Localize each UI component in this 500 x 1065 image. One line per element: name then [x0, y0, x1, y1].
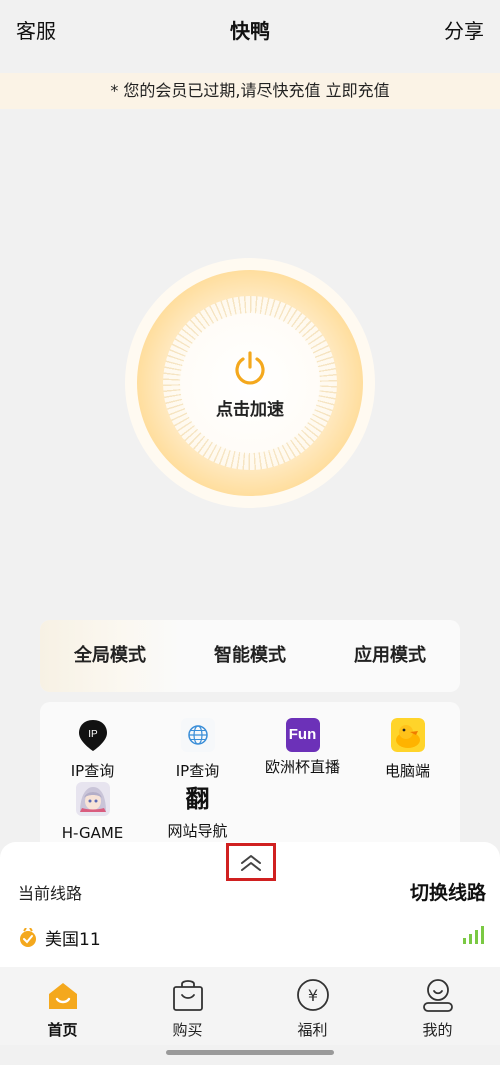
notice-text: * 您的会员已过期,请尽快充值: [110, 81, 321, 100]
shortcut-grid: IP IP查询 IP查询 Fun 欧洲杯直播 电脑端 H-GAME 翻 网站导航: [40, 702, 460, 852]
current-line-label: 当前线路: [18, 884, 83, 903]
shortcut-ip-query-1[interactable]: IP IP查询: [40, 718, 145, 781]
expand-panel-button[interactable]: [226, 843, 276, 881]
shopping-bag-icon: [172, 980, 203, 1011]
nav-mine[interactable]: 我的: [375, 967, 500, 1045]
mode-selector: 全局模式 智能模式 应用模式: [40, 620, 460, 692]
power-icon: [235, 351, 265, 385]
bottom-nav: 首页 购买 ¥ 福利 我的: [0, 967, 500, 1045]
nav-label: 我的: [422, 1021, 453, 1039]
profile-icon: [422, 979, 453, 1012]
accelerate-label: 点击加速: [216, 400, 284, 420]
nav-buy[interactable]: 购买: [125, 967, 250, 1045]
shortcut-label: IP查询: [175, 762, 220, 780]
shortcut-desktop[interactable]: 电脑端: [355, 718, 460, 781]
chevron-up-icon: [241, 855, 261, 871]
shortcut-label: 网站导航: [167, 822, 228, 840]
svg-text:¥: ¥: [307, 986, 317, 1005]
tab-smart-mode[interactable]: 智能模式: [180, 620, 320, 692]
ip-location-pin-icon: IP: [78, 720, 107, 751]
shortcut-site-navigation[interactable]: 翻 网站导航: [145, 782, 250, 841]
switch-line-button[interactable]: 切换线路: [410, 878, 486, 905]
globe-icon: [180, 718, 215, 752]
server-name: 美国11: [45, 930, 101, 950]
nav-label: 购买: [172, 1021, 203, 1039]
anime-avatar-icon: [75, 782, 110, 816]
nav-label: 福利: [297, 1021, 328, 1039]
nav-label: 首页: [47, 1021, 78, 1039]
fan-character-icon: 翻: [185, 785, 210, 813]
top-bar: 客服 快鸭 分享: [0, 0, 500, 60]
shortcut-ip-query-2[interactable]: IP查询: [145, 718, 250, 781]
yen-coin-icon: ¥: [296, 979, 329, 1011]
medal-check-icon: [20, 927, 36, 947]
shortcut-label: 欧洲杯直播: [264, 758, 340, 776]
svg-text:IP: IP: [88, 729, 98, 740]
shortcut-label: H-GAME: [61, 824, 124, 842]
home-icon: [48, 983, 77, 1009]
shortcut-h-game[interactable]: H-GAME: [40, 782, 145, 842]
tab-app-mode[interactable]: 应用模式: [320, 620, 460, 692]
home-indicator[interactable]: [166, 1050, 334, 1055]
fun-app-icon: Fun: [285, 718, 320, 752]
nav-home[interactable]: 首页: [0, 967, 125, 1045]
signal-strength-icon: [463, 926, 484, 944]
recharge-link[interactable]: 立即充值: [326, 81, 390, 100]
share-link[interactable]: 分享: [444, 15, 484, 44]
duck-icon: [390, 718, 425, 752]
nav-welfare[interactable]: ¥ 福利: [250, 967, 375, 1045]
current-server[interactable]: 美国11: [18, 925, 101, 950]
app-title: 快鸭: [230, 19, 270, 43]
membership-expired-notice: * 您的会员已过期,请尽快充值 立即充值: [0, 73, 500, 109]
tab-global-mode[interactable]: 全局模式: [40, 620, 180, 692]
shortcut-label: 电脑端: [384, 762, 430, 780]
shortcut-euro-cup-live[interactable]: Fun 欧洲杯直播: [250, 718, 355, 777]
shortcut-label: IP查询: [70, 762, 115, 780]
